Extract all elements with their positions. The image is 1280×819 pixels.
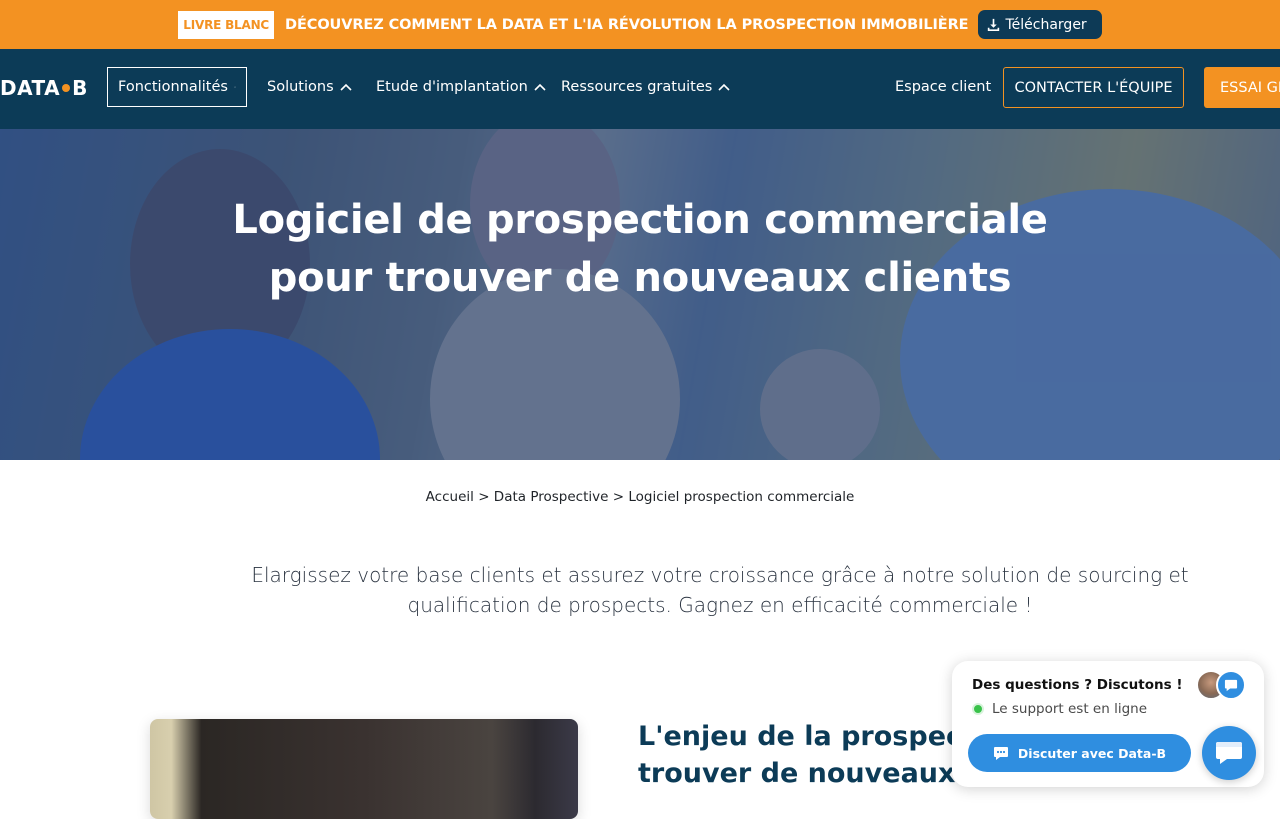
chat-status-label: Le support est en ligne xyxy=(992,701,1148,717)
online-status-icon xyxy=(972,703,984,715)
breadcrumb-separator: > xyxy=(478,489,494,505)
download-button[interactable]: Télécharger xyxy=(978,10,1102,39)
nav-item-label: Fonctionnalités xyxy=(118,79,228,95)
bot-avatar xyxy=(1216,670,1246,700)
chat-launcher-button[interactable] xyxy=(1202,726,1256,780)
download-button-label: Télécharger xyxy=(1005,16,1087,33)
promo-banner: LIVRE BLANC DÉCOUVREZ COMMENT LA DATA ET… xyxy=(0,0,1280,49)
promo-badge: LIVRE BLANC xyxy=(178,10,275,39)
breadcrumb-item-data-prospective[interactable]: Data Prospective xyxy=(494,489,609,505)
free-trial-button[interactable]: ESSAI GR xyxy=(1204,67,1280,108)
breadcrumb-item-accueil[interactable]: Accueil xyxy=(426,489,474,505)
nav-item-fonctionnalites[interactable]: Fonctionnalités xyxy=(107,67,247,107)
breadcrumb: Accueil > Data Prospective > Logiciel pr… xyxy=(0,489,1280,505)
breadcrumb-item-current: Logiciel prospection commerciale xyxy=(628,489,855,505)
breadcrumb-separator: > xyxy=(612,489,629,505)
section-image xyxy=(150,719,578,819)
chevron-up-icon xyxy=(534,83,546,91)
nav-item-etude-implantation[interactable]: Etude d'implantation xyxy=(376,67,546,107)
logo-text-left: DATA xyxy=(0,76,61,100)
hero-banner: Logiciel de prospection commerciale pour… xyxy=(0,129,1280,460)
lead-line2: qualification de prospects. Gagnez en ef… xyxy=(407,593,1033,617)
hero-title-line2: pour trouver de nouveaux clients xyxy=(268,255,1012,301)
chat-bubble-icon xyxy=(1216,742,1242,764)
hero-title: Logiciel de prospection commerciale pour… xyxy=(0,191,1280,307)
start-chat-button[interactable]: Discuter avec Data-B xyxy=(968,734,1191,772)
chevron-up-icon xyxy=(234,86,236,88)
contact-team-button[interactable]: CONTACTER L'ÉQUIPE xyxy=(1003,67,1184,108)
chat-status: Le support est en ligne xyxy=(972,701,1147,717)
chevron-up-icon xyxy=(340,83,352,91)
download-icon xyxy=(988,18,1000,31)
nav-item-label: Ressources gratuites xyxy=(561,79,713,95)
logo-dot xyxy=(62,84,71,92)
chat-avatars xyxy=(1196,670,1248,700)
nav-item-solutions[interactable]: Solutions xyxy=(267,67,352,107)
chat-title: Des questions ? Discutons ! xyxy=(972,677,1183,693)
logo[interactable]: DATA B xyxy=(0,76,88,100)
lead-line1: Elargissez votre base clients et assurez… xyxy=(251,563,1189,587)
logo-text-right: B xyxy=(72,76,88,100)
nav-item-label: Solutions xyxy=(267,79,334,95)
hero-title-line1: Logiciel de prospection commerciale xyxy=(232,197,1048,243)
main-navigation: DATA B Fonctionnalités Solutions Etude d… xyxy=(0,49,1280,129)
nav-item-label: Etude d'implantation xyxy=(376,79,528,95)
chat-bubble-icon xyxy=(1224,679,1238,691)
lead-paragraph: Elargissez votre base clients et assurez… xyxy=(250,560,1190,620)
chevron-up-icon xyxy=(718,83,730,91)
chat-icon xyxy=(993,746,1008,760)
client-space-link[interactable]: Espace client xyxy=(895,67,991,107)
start-chat-button-label: Discuter avec Data-B xyxy=(1017,745,1167,761)
nav-item-ressources-gratuites[interactable]: Ressources gratuites xyxy=(561,67,730,107)
promo-text: DÉCOUVREZ COMMENT LA DATA ET L'IA RÉVOLU… xyxy=(285,16,969,33)
